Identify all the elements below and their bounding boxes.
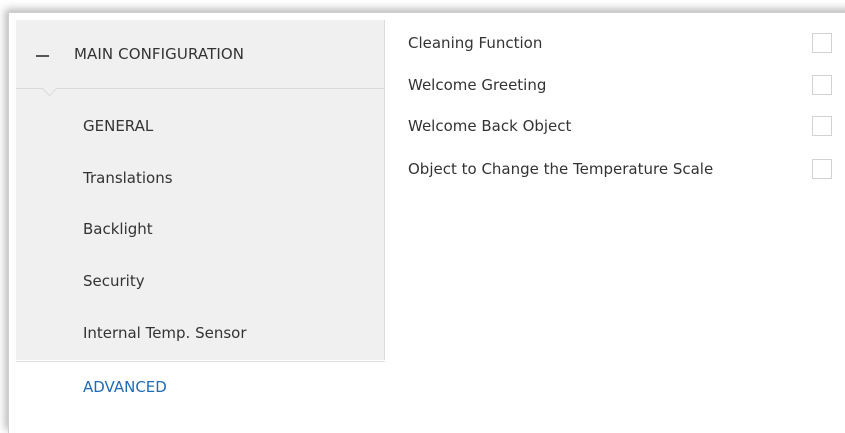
sidebar-item-internal-temp-sensor[interactable]: Internal Temp. Sensor bbox=[16, 313, 384, 357]
sidebar-item-label: Translations bbox=[83, 169, 173, 187]
sidebar-item-label: Security bbox=[83, 272, 145, 290]
welcome-back-object-checkbox[interactable] bbox=[812, 116, 832, 136]
sidebar-item-translations[interactable]: Translations bbox=[16, 158, 384, 202]
param-label: Cleaning Function bbox=[408, 34, 543, 52]
sidebar-item-label: Backlight bbox=[83, 220, 153, 238]
cleaning-function-checkbox[interactable] bbox=[812, 33, 832, 53]
temperature-scale-checkbox[interactable] bbox=[812, 159, 832, 179]
sidebar-item-security[interactable]: Security bbox=[16, 261, 384, 305]
header-divider bbox=[16, 88, 384, 89]
sidebar-item-backlight[interactable]: Backlight bbox=[16, 209, 384, 253]
sidebar-item-label: ADVANCED bbox=[83, 378, 167, 396]
param-label: Object to Change the Temperature Scale bbox=[408, 160, 714, 178]
param-row-welcome-greeting: Welcome Greeting bbox=[408, 73, 838, 101]
sidebar-item-advanced[interactable]: ADVANCED bbox=[16, 361, 385, 413]
minus-icon[interactable] bbox=[36, 55, 49, 57]
param-row-cleaning-function: Cleaning Function bbox=[408, 31, 838, 59]
sidebar-item-label: GENERAL bbox=[83, 117, 154, 135]
param-row-welcome-back-object: Welcome Back Object bbox=[408, 114, 838, 142]
param-row-temperature-scale: Object to Change the Temperature Scale bbox=[408, 157, 838, 185]
main-configuration-header[interactable]: MAIN CONFIGURATION bbox=[16, 34, 384, 78]
sidebar-item-general[interactable]: GENERAL bbox=[16, 106, 384, 150]
sidebar-item-label: Internal Temp. Sensor bbox=[83, 324, 247, 342]
param-label: Welcome Back Object bbox=[408, 117, 572, 135]
welcome-greeting-checkbox[interactable] bbox=[812, 75, 832, 95]
sidebar: MAIN CONFIGURATION GENERAL Translations … bbox=[16, 20, 385, 360]
header-pointer bbox=[41, 80, 58, 97]
param-label: Welcome Greeting bbox=[408, 76, 547, 94]
section-title: MAIN CONFIGURATION bbox=[74, 45, 245, 63]
